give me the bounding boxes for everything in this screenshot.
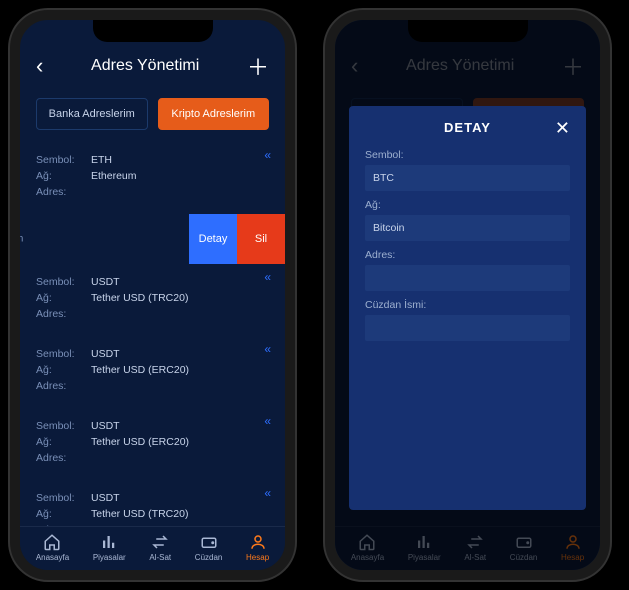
chevron-right-icon[interactable]: « [264,270,269,284]
value-network: Ethereum [91,170,269,182]
notch [93,20,213,42]
phone-detail-modal: ‹ Adres Yönetimi ＋ Banka Adreslerim Krip… [325,10,610,580]
address-entry[interactable]: « Sembol:USDT Ağ:Tether USD (TRC20) Adre… [36,264,269,336]
address-entry-swiped[interactable]: oin Detay Sil [36,214,269,264]
tabs: Banka Adreslerim Kripto Adreslerim [20,92,285,142]
nav-markets[interactable]: Piyasalar [93,533,126,562]
swipe-actions: Detay Sil [189,214,285,264]
address-entry[interactable]: « Sembol:USDT Ağ:Tether USD (TRC20) Adre… [36,480,269,526]
delete-button-peek: Sil [600,194,610,244]
notch [408,20,528,42]
label-wallet-name: Cüzdan İsmi: [365,299,570,311]
address-input[interactable] [365,265,570,291]
label-network: Ağ: [365,199,570,211]
wallet-name-input[interactable] [365,315,570,341]
label-symbol: Sembol: [36,154,91,166]
nav-home[interactable]: Anasayfa [36,533,69,562]
phone-list-view: ‹ Adres Yönetimi ＋ Banka Adreslerim Krip… [10,10,295,580]
close-icon[interactable]: ✕ [555,118,570,139]
home-icon [43,533,61,551]
address-entry[interactable]: « Sembol:USDT Ağ:Tether USD (ERC20) Adre… [36,336,269,408]
user-icon [249,533,267,551]
value-symbol: ETH [91,154,269,166]
address-entry[interactable]: « Sembol:USDT Ağ:Tether USD (ERC20) Adre… [36,408,269,480]
tab-crypto-addresses[interactable]: Kripto Adreslerim [158,98,270,130]
chevron-right-icon[interactable]: « [264,148,269,162]
tab-bank-addresses[interactable]: Banka Adreslerim [36,98,148,130]
label-network: Ağ: [36,170,91,182]
truncated-text: oin [20,234,23,245]
detail-button[interactable]: Detay [189,214,237,264]
chevron-right-icon[interactable]: « [264,342,269,356]
bars-icon [100,533,118,551]
add-button[interactable]: ＋ [247,50,269,82]
bottom-nav: Anasayfa Piyasalar Al-Sat Cüzdan Hesap [20,526,285,570]
symbol-input[interactable] [365,165,570,191]
label-address: Adres: [365,249,570,261]
modal-title: DETAY [444,120,491,135]
page-title: Adres Yönetimi [91,57,199,75]
detail-modal: DETAY ✕ Sembol: Ağ: Adres: Cüzdan İsmi: [349,106,586,510]
label-symbol: Sembol: [365,149,570,161]
nav-wallet[interactable]: Cüzdan [195,533,223,562]
network-input[interactable] [365,215,570,241]
back-button[interactable]: ‹ [36,53,43,79]
label-address: Adres: [36,186,91,198]
nav-trade[interactable]: Al-Sat [149,533,171,562]
value-address [91,186,269,198]
wallet-icon [200,533,218,551]
address-entry[interactable]: « Sembol:ETH Ağ:Ethereum Adres: [36,142,269,214]
chevron-right-icon[interactable]: « [264,486,269,500]
nav-account[interactable]: Hesap [246,533,269,562]
exchange-icon [151,533,169,551]
chevron-right-icon[interactable]: « [264,414,269,428]
delete-button[interactable]: Sil [237,214,285,264]
address-list[interactable]: « Sembol:ETH Ağ:Ethereum Adres: oin Deta… [20,142,285,526]
